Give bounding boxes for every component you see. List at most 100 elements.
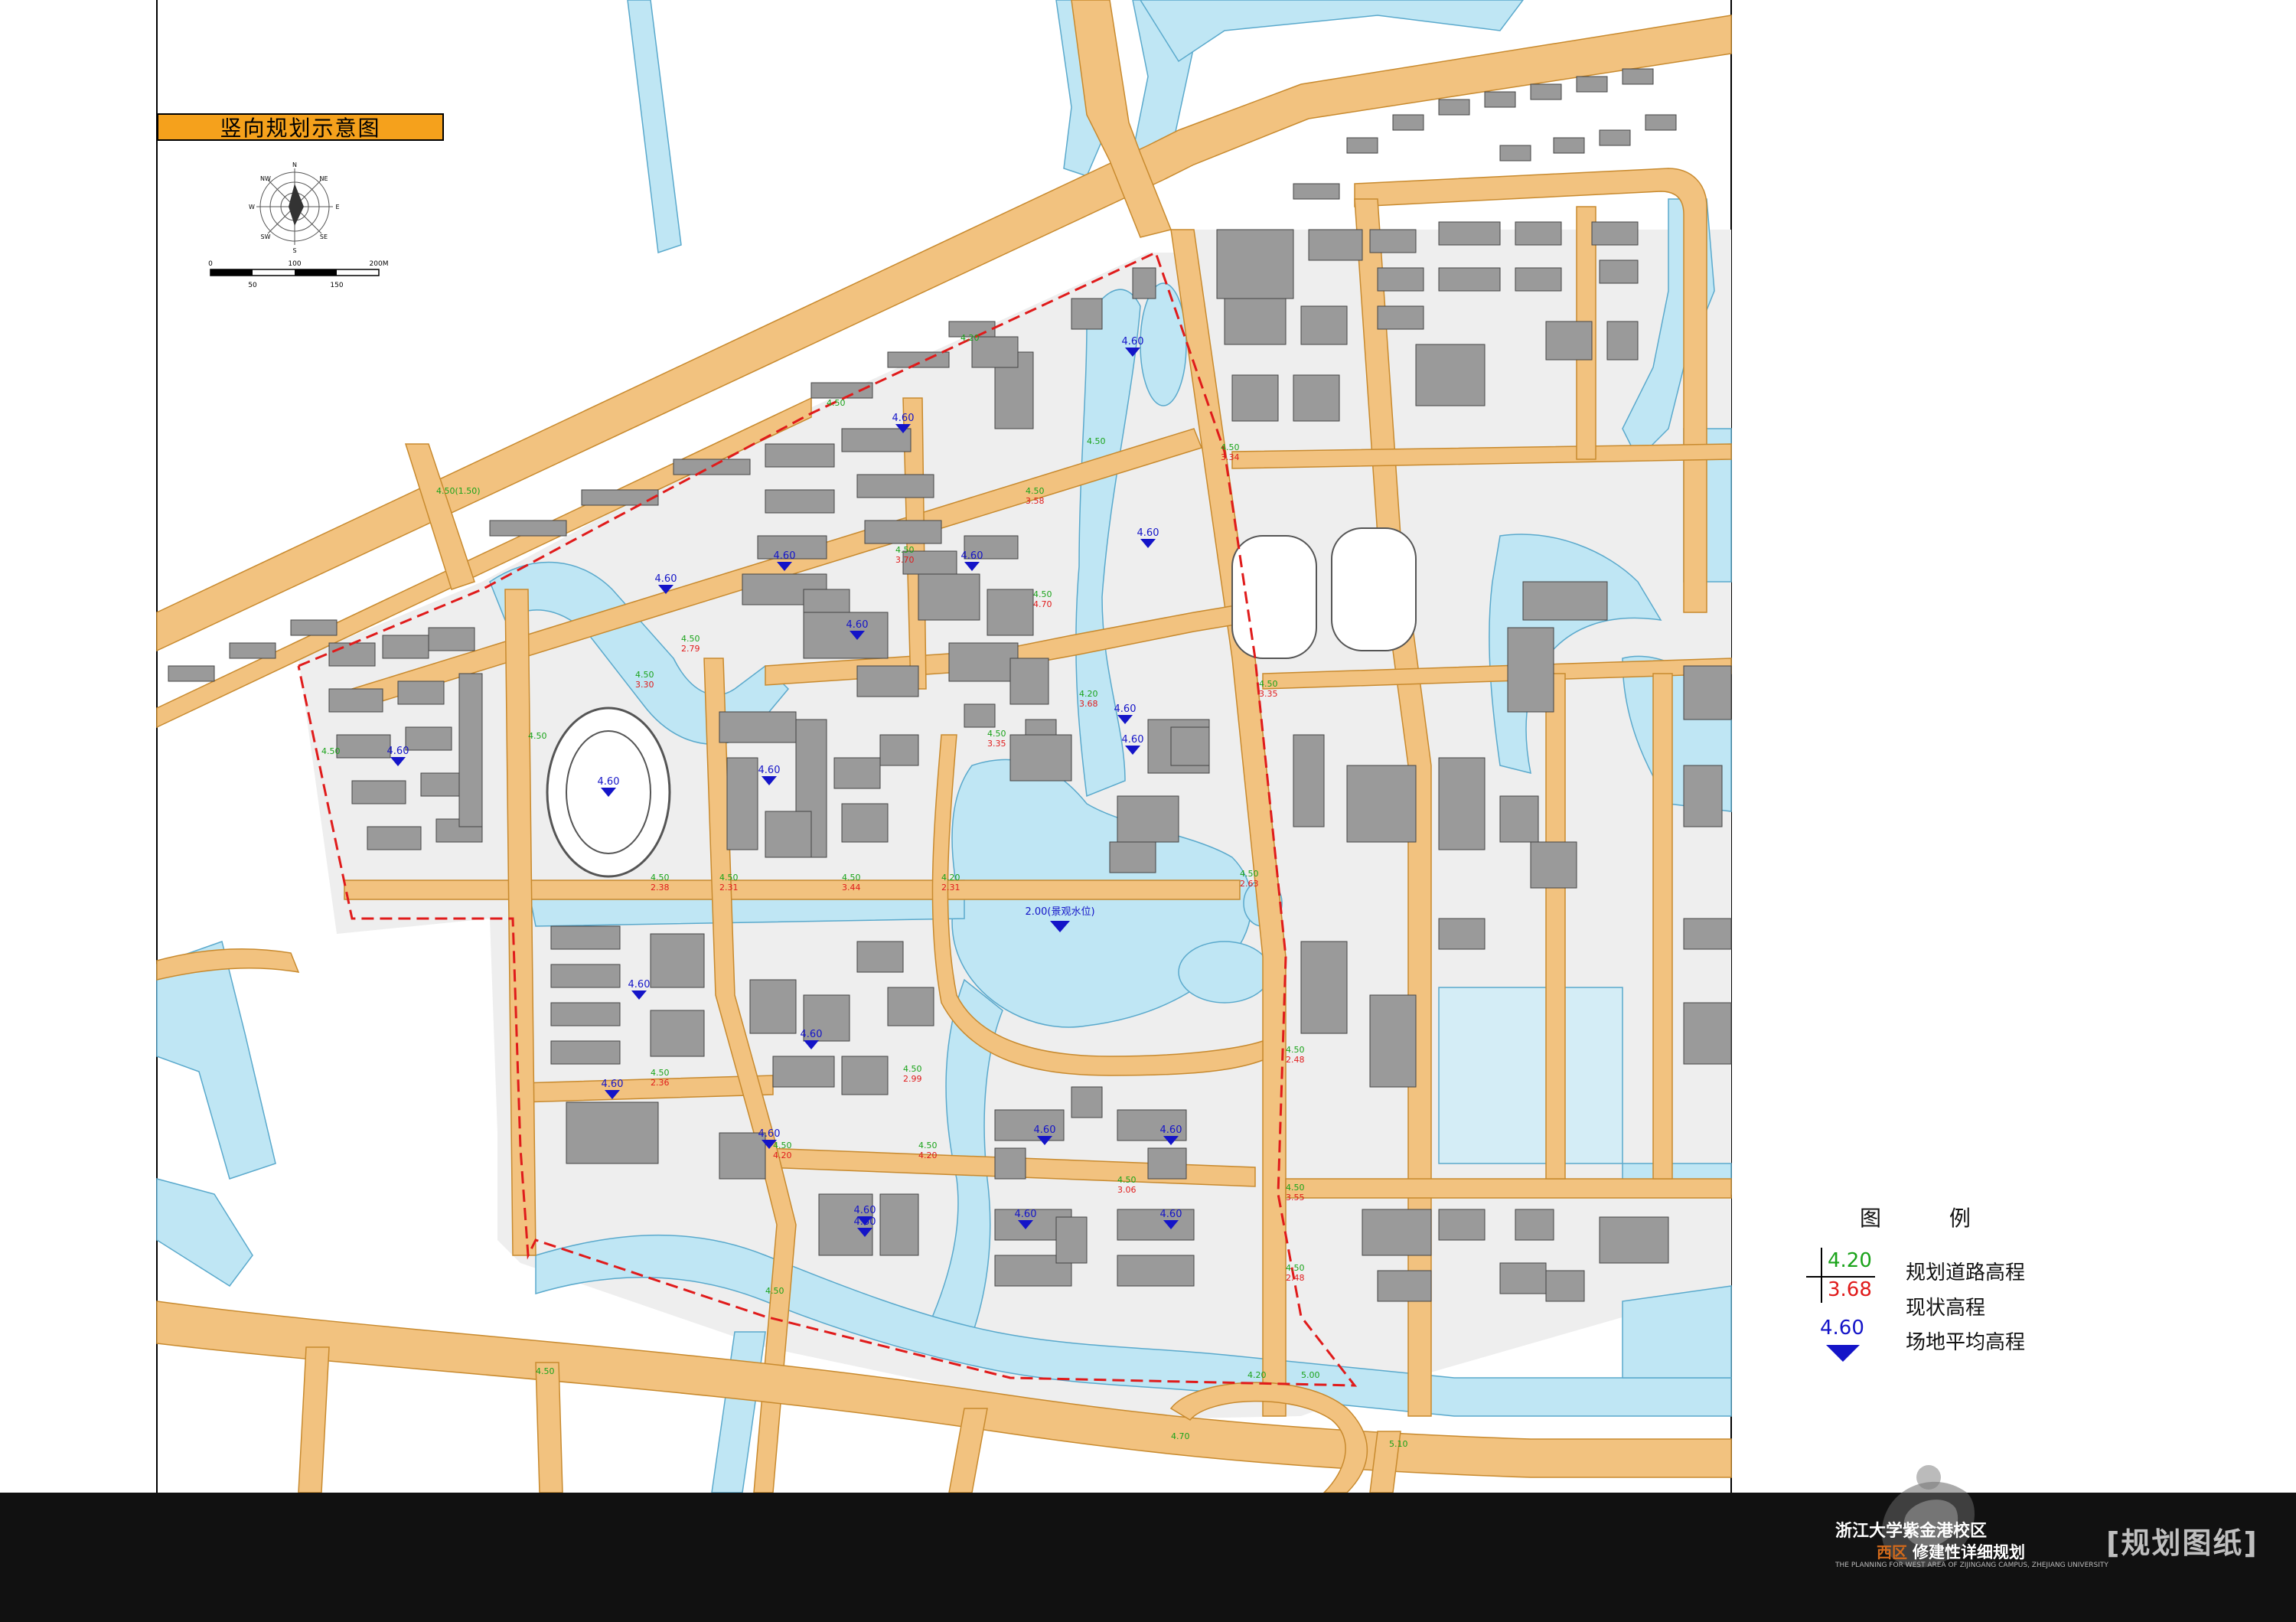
existing-road-elevation: 2.48	[1286, 1273, 1305, 1283]
compass-n: N	[292, 162, 297, 168]
planned-road-elevation: 4.20	[1079, 689, 1098, 699]
east-vertical-2	[1545, 673, 1566, 1180]
planned-road-elevation: 4.50	[1259, 679, 1278, 689]
top-canal-west	[627, 0, 682, 254]
existing-road-elevation: 3.68	[1079, 699, 1098, 709]
planned-road-elevation: 4.50	[903, 1064, 922, 1074]
planned-road-elevation: 4.50	[1240, 869, 1259, 879]
legend: 图 例 4.20 3.68 规划道路高程 现状高程 4.60 场地平均高程	[1806, 1202, 2143, 1370]
existing-road-elevation: 3.58	[1026, 496, 1045, 506]
planned-road-elevation: 4.50	[1033, 589, 1052, 599]
footer-west-label: 西区	[1877, 1543, 1907, 1562]
existing-road-elevation: 3.70	[895, 555, 915, 565]
site-elevation-value: 4.60	[1137, 527, 1159, 539]
compass-nw: NW	[260, 175, 271, 182]
road-elevation-single: 4.20	[960, 333, 980, 343]
planned-road-elevation: 4.50	[987, 729, 1006, 739]
legend-existing-label: 现状高程	[1906, 1297, 1986, 1320]
scale-label-100: 100	[288, 260, 301, 268]
planned-road-elevation: 4.50	[773, 1141, 792, 1150]
compass-w: W	[249, 204, 255, 211]
planned-road-elevation: 4.50	[635, 670, 654, 680]
site-elevation-value: 4.60	[1160, 1209, 1182, 1220]
planned-road-elevation: 4.50	[651, 1068, 670, 1078]
existing-road-elevation: 2.79	[681, 644, 700, 654]
planned-road-elevation: 4.50	[918, 1141, 938, 1150]
road-elevation-single: 4.50	[1087, 436, 1106, 446]
road-elevation-single: 4.70	[1171, 1431, 1190, 1441]
legend-road-value: 4.20	[1828, 1249, 1872, 1272]
site-elevation-value: 4.60	[854, 1216, 876, 1228]
site-elevation-value: 4.60	[602, 1079, 624, 1090]
south-vertical-1	[298, 1346, 330, 1493]
lake-water-level-label: 2.00(景观水位)	[1025, 906, 1094, 918]
existing-road-elevation: 3.44	[842, 883, 861, 893]
footer-english-title: THE PLANNING FOR WEST AREA OF ZIJINGANG …	[1835, 1562, 2108, 1569]
legend-road-label: 规划道路高程	[1906, 1261, 2026, 1284]
planned-road-elevation: 4.50	[651, 873, 670, 883]
site-elevation-value: 4.60	[758, 1128, 781, 1140]
compass-s: S	[292, 247, 296, 254]
compass-rose-icon: N NE E SE S SW W NW	[249, 162, 339, 254]
footer-drawing-type: [规划图纸]	[2106, 1526, 2258, 1560]
scale-label-200: 200M	[370, 260, 389, 268]
scale-label-50: 50	[248, 282, 257, 289]
east-water-3	[1438, 987, 1623, 1164]
road-elevation-single: 4.50	[528, 731, 547, 741]
legend-title: 图 例	[1860, 1206, 2001, 1231]
existing-road-elevation: 2.31	[941, 883, 960, 893]
planned-road-elevation: 4.50	[895, 545, 915, 555]
site-elevation-value: 4.60	[1015, 1209, 1037, 1220]
east-vertical-3	[1652, 673, 1673, 1180]
legend-site-value: 4.60	[1820, 1317, 1864, 1340]
legend-site-label: 场地平均高程	[1906, 1331, 2026, 1354]
site-elevation-value: 4.60	[961, 550, 983, 562]
existing-road-elevation: 2.63	[1240, 879, 1259, 889]
existing-road-elevation: 2.36	[651, 1078, 670, 1088]
existing-road-elevation: 3.35	[987, 739, 1006, 749]
existing-road-elevation: 3.30	[635, 680, 654, 690]
planned-road-elevation: 4.50	[681, 634, 700, 644]
west-water-2	[156, 1178, 253, 1287]
existing-road-elevation: 3.35	[1259, 689, 1278, 699]
east-cross-road-3	[1285, 1178, 1732, 1199]
scale-bar: 0 100 200M 50 150	[208, 260, 388, 289]
legend-site-marker-icon	[1826, 1345, 1860, 1362]
site-elevation-value: 4.60	[846, 619, 869, 631]
planned-road-elevation: 4.50	[1286, 1045, 1305, 1055]
existing-road-elevation: 2.99	[903, 1074, 922, 1084]
south-east-water	[1622, 1285, 1732, 1379]
planned-road-elevation: 4.50	[842, 873, 861, 883]
footer-title-line2: 修建性详细规划	[1913, 1543, 2025, 1562]
top-right-water	[1140, 0, 1524, 63]
road-elevation-single: 4.50	[765, 1286, 784, 1296]
map-title-banner: 竖向规划示意图	[157, 113, 444, 141]
existing-road-elevation: 3.55	[1286, 1193, 1305, 1203]
existing-road-elevation: 3.34	[1221, 452, 1240, 462]
scale-label-150: 150	[330, 282, 343, 289]
site-elevation-value: 4.60	[655, 573, 677, 585]
site-elevation-value: 4.60	[1122, 734, 1144, 746]
existing-road-elevation: 3.06	[1117, 1185, 1137, 1195]
planned-road-elevation: 4.50	[1117, 1175, 1137, 1185]
site-elevation-value: 4.60	[758, 765, 781, 776]
planned-road-elevation: 4.50	[1026, 486, 1045, 496]
site-elevation-value: 4.60	[1122, 336, 1144, 348]
planned-road-elevation: 4.50	[719, 873, 739, 883]
road-elevation-single: 4.20	[1247, 1370, 1267, 1380]
existing-road-elevation: 4.20	[918, 1150, 938, 1160]
site-elevation-value: 4.60	[387, 746, 409, 757]
footer-title-line1: 浙江大学紫金港校区	[1835, 1522, 1988, 1541]
road-elevation-single: 4.50	[536, 1366, 555, 1376]
existing-road-elevation: 2.38	[651, 883, 670, 893]
existing-road-elevation: 2.48	[1286, 1055, 1305, 1065]
site-elevation-value: 4.60	[892, 413, 915, 424]
field-east-1	[1231, 535, 1317, 659]
site-elevation-value: 4.60	[774, 550, 796, 562]
compass-ne: NE	[319, 175, 328, 182]
legend-existing-value: 3.68	[1828, 1278, 1872, 1301]
north-pond	[1140, 282, 1187, 406]
planned-road-elevation: 4.20	[941, 873, 960, 883]
existing-road-elevation: 4.70	[1033, 599, 1052, 609]
scale-label-0: 0	[208, 260, 213, 268]
